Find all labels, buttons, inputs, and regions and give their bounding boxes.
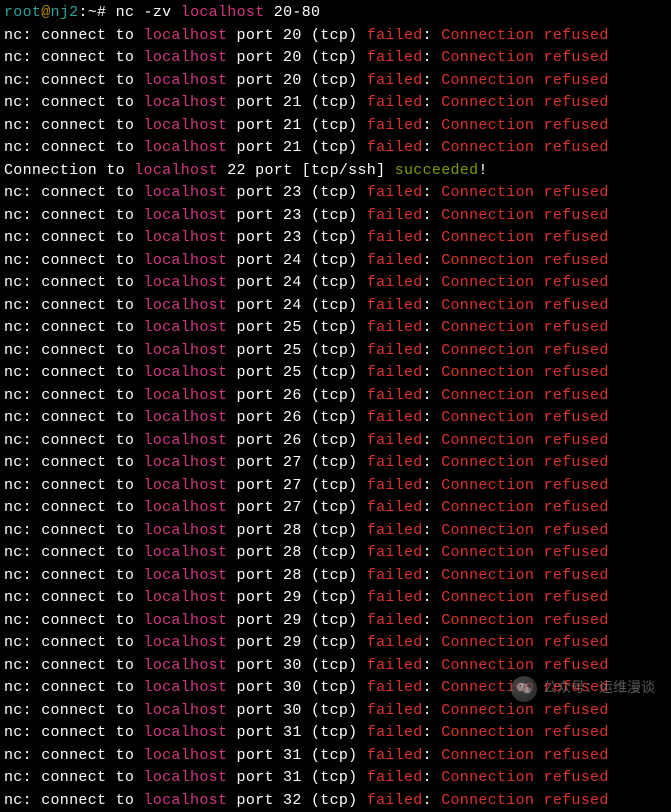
fail-line: nc: connect to localhost port 25 (tcp) f… (4, 340, 667, 363)
fail-line: nc: connect to localhost port 29 (tcp) f… (4, 610, 667, 633)
fail-line: nc: connect to localhost port 28 (tcp) f… (4, 520, 667, 543)
fail-line: nc: connect to localhost port 30 (tcp) f… (4, 700, 667, 723)
fail-line: nc: connect to localhost port 25 (tcp) f… (4, 317, 667, 340)
fail-line: nc: connect to localhost port 30 (tcp) f… (4, 655, 667, 678)
fail-line: nc: connect to localhost port 21 (tcp) f… (4, 137, 667, 160)
fail-line: nc: connect to localhost port 31 (tcp) f… (4, 722, 667, 745)
fail-line: nc: connect to localhost port 24 (tcp) f… (4, 295, 667, 318)
prompt-line: root@nj2:~# nc -zv localhost 20-80 (4, 2, 667, 25)
fail-line: nc: connect to localhost port 29 (tcp) f… (4, 632, 667, 655)
fail-line: nc: connect to localhost port 31 (tcp) f… (4, 767, 667, 790)
fail-line: nc: connect to localhost port 31 (tcp) f… (4, 745, 667, 768)
fail-line: nc: connect to localhost port 23 (tcp) f… (4, 227, 667, 250)
fail-line: nc: connect to localhost port 20 (tcp) f… (4, 47, 667, 70)
fail-line: nc: connect to localhost port 27 (tcp) f… (4, 452, 667, 475)
fail-line: nc: connect to localhost port 26 (tcp) f… (4, 430, 667, 453)
fail-line: nc: connect to localhost port 21 (tcp) f… (4, 115, 667, 138)
fail-line: nc: connect to localhost port 28 (tcp) f… (4, 542, 667, 565)
fail-line: nc: connect to localhost port 24 (tcp) f… (4, 250, 667, 273)
fail-line: nc: connect to localhost port 21 (tcp) f… (4, 92, 667, 115)
fail-line: nc: connect to localhost port 20 (tcp) f… (4, 70, 667, 93)
fail-line: nc: connect to localhost port 20 (tcp) f… (4, 25, 667, 48)
fail-line: nc: connect to localhost port 27 (tcp) f… (4, 497, 667, 520)
fail-line: nc: connect to localhost port 27 (tcp) f… (4, 475, 667, 498)
fail-line: nc: connect to localhost port 25 (tcp) f… (4, 362, 667, 385)
wechat-icon (511, 676, 537, 702)
fail-line: nc: connect to localhost port 26 (tcp) f… (4, 407, 667, 430)
watermark-text: 公众号：运维漫谈 (543, 678, 655, 701)
fail-line: nc: connect to localhost port 28 (tcp) f… (4, 565, 667, 588)
fail-line: nc: connect to localhost port 32 (tcp) f… (4, 790, 667, 812)
fail-line: nc: connect to localhost port 24 (tcp) f… (4, 272, 667, 295)
fail-line: nc: connect to localhost port 29 (tcp) f… (4, 587, 667, 610)
success-line: Connection to localhost 22 port [tcp/ssh… (4, 160, 667, 183)
watermark: 公众号：运维漫谈 (511, 676, 655, 702)
fail-line: nc: connect to localhost port 26 (tcp) f… (4, 385, 667, 408)
fail-line: nc: connect to localhost port 23 (tcp) f… (4, 205, 667, 228)
fail-line: nc: connect to localhost port 23 (tcp) f… (4, 182, 667, 205)
